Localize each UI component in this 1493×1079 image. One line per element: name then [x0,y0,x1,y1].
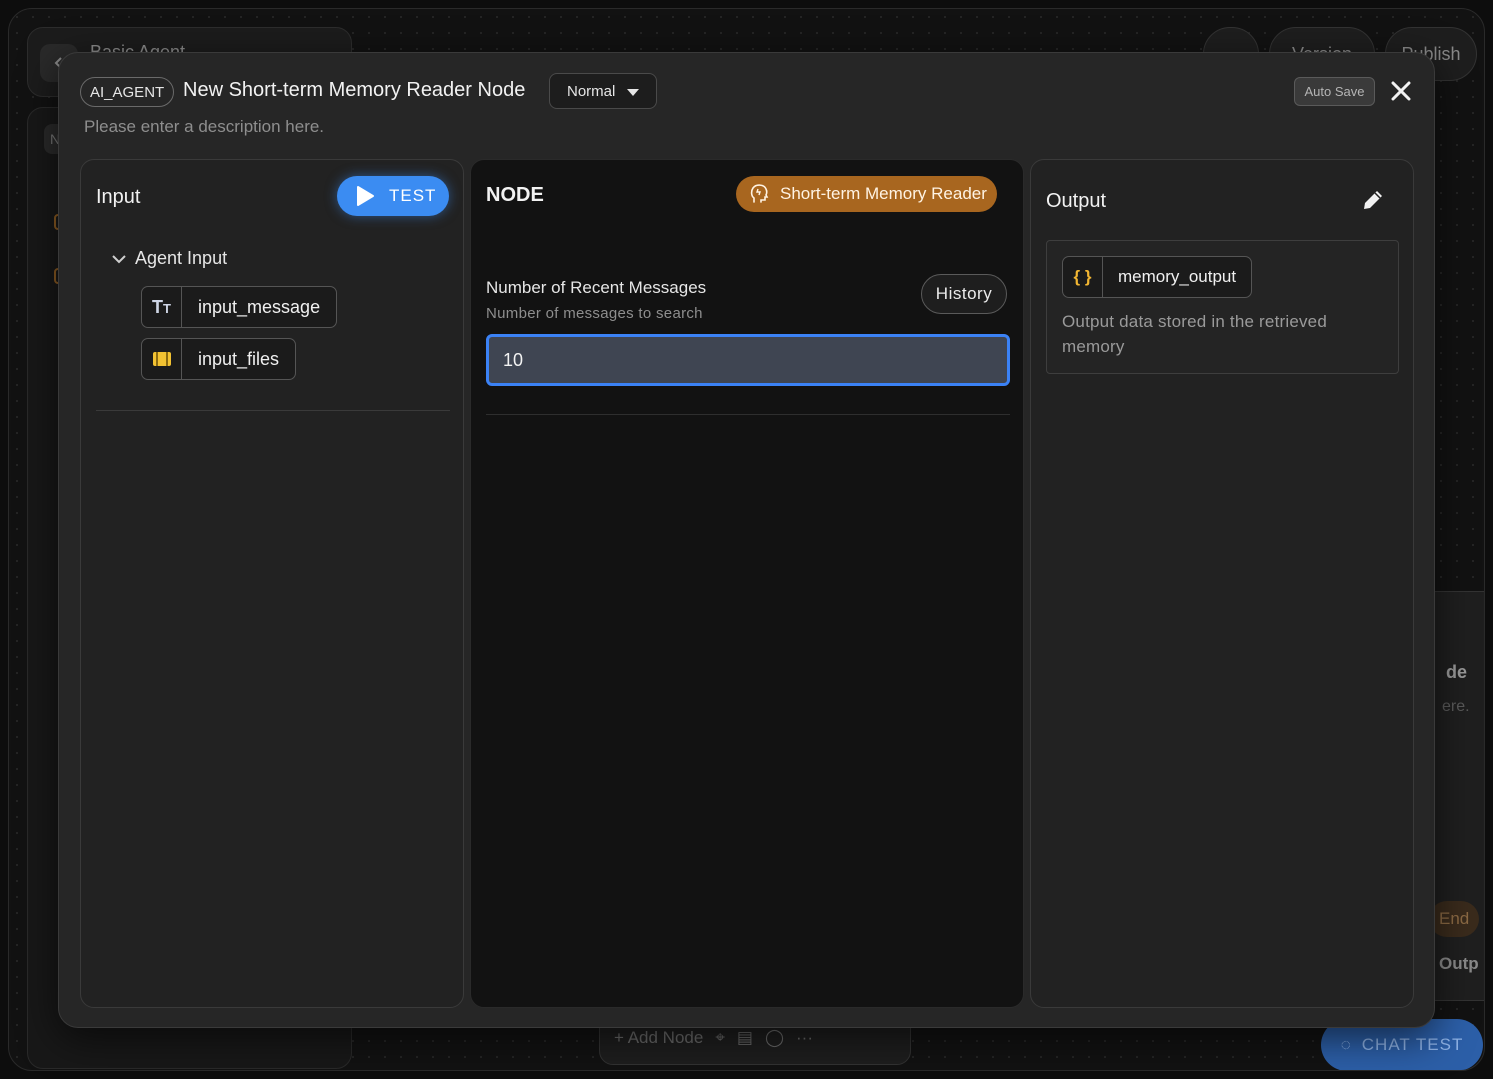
node-description[interactable]: Please enter a description here. [84,117,324,137]
chat-icon: ◌ [1340,1035,1352,1054]
close-icon [1391,81,1411,101]
node-panel: NODE Short-term Memory Reader Number of … [470,159,1024,1008]
auto-save-badge[interactable]: Auto Save [1294,77,1375,106]
agent-input-group[interactable]: Agent Input [111,248,227,269]
recent-messages-input[interactable] [486,334,1010,386]
input-panel-title: Input [96,186,141,208]
comment-icon[interactable]: ◯ [765,1028,784,1048]
variable-name: input_files [198,348,280,369]
agent-input-label: Agent Input [135,248,228,268]
divider [96,410,450,411]
brain-head-icon [750,184,769,203]
more-icon[interactable]: ··· [796,1028,813,1048]
test-button-label: TEST [389,186,437,205]
add-node-button[interactable]: + Add Node [614,1028,703,1048]
output-node-label: Outp [1439,954,1479,973]
variable-name: input_message [198,296,321,317]
mode-select[interactable]: Normal [549,73,657,109]
play-icon [357,186,374,206]
node-kind-badge: Short-term Memory Reader [736,176,997,212]
output-panel-title: Output [1046,190,1107,212]
chat-test-label: CHAT TEST [1361,1035,1464,1054]
field-label: Number of Recent Messages [486,278,707,297]
node-type-badge: AI_AGENT [80,77,175,107]
edit-output-button[interactable] [1359,186,1387,214]
caret-down-icon [627,89,639,96]
output-variable-card: { } memory_output Output data stored in … [1046,240,1399,374]
field-hint: Number of messages to search [486,305,703,322]
mode-select-value: Normal [567,82,616,100]
text-type-icon: TT [142,287,182,327]
object-braces-icon: { } [1063,257,1103,297]
node-editor-modal: AI_AGENT New Short-term Memory Reader No… [58,52,1435,1028]
output-panel: Output { } memory_output Output data sto… [1030,159,1414,1008]
variable-chip[interactable]: input_files [141,338,297,380]
divider [486,414,1010,415]
end-node-badge[interactable]: End [1429,901,1479,937]
node-kind-label: Short-term Memory Reader [780,184,987,203]
node-panel-title: NODE [486,184,544,206]
note-icon[interactable]: ▤ [737,1028,753,1048]
files-icon [142,339,182,379]
pencil-icon [1364,191,1382,209]
test-button[interactable]: TEST [337,176,449,216]
pointer-icon[interactable]: ⌖ [715,1028,725,1048]
output-variable-name: memory_output [1118,267,1237,286]
node-title[interactable]: New Short-term Memory Reader Node [183,79,525,102]
input-panel: Input TEST Agent Input TT input_message … [80,159,464,1008]
output-variable-description: Output data stored in the retrieved memo… [1062,312,1327,356]
variable-chip[interactable]: TT input_message [141,286,338,328]
history-button[interactable]: History [921,274,1007,314]
canvas-node-desc: ere. [1442,698,1470,715]
canvas-node-title: de [1446,662,1468,682]
chevron-down-icon [112,254,126,263]
close-button[interactable] [1387,77,1415,105]
output-variable-chip[interactable]: { } memory_output [1062,256,1253,298]
